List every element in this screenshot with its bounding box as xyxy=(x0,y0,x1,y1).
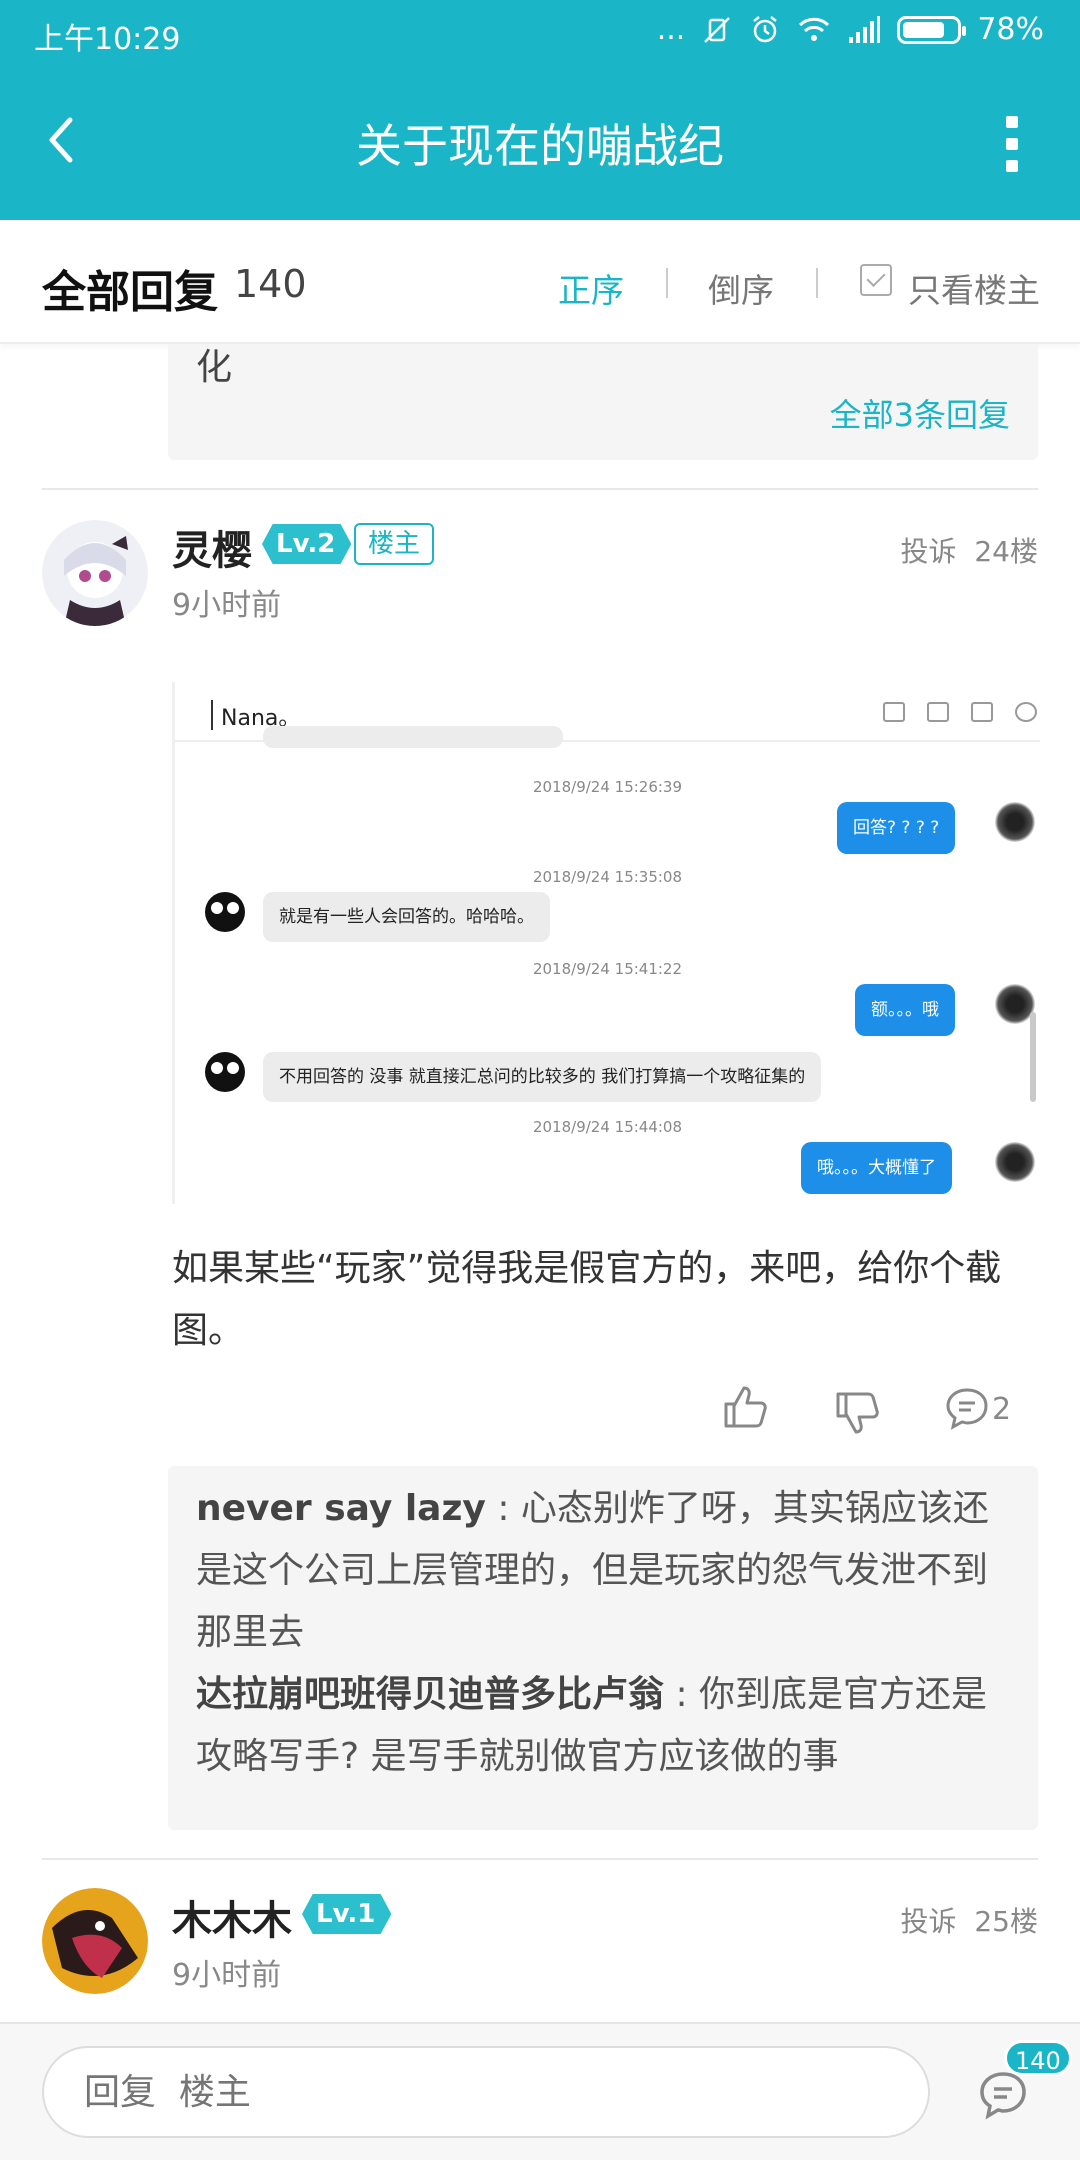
divider xyxy=(42,1858,1038,1860)
chat-timestamp: 2018/9/24 15:41:22 xyxy=(532,960,683,978)
chat-timestamp: 2018/9/24 15:44:08 xyxy=(532,1118,683,1136)
divider xyxy=(42,488,1038,490)
avatar[interactable] xyxy=(42,520,148,626)
sub-reply[interactable]: 达拉崩吧班得贝迪普多比卢翁 : 你到底是官方还是攻略写手? 是写手就别做官方应该… xyxy=(196,1664,1016,1788)
more-dots-icon: ... xyxy=(656,12,686,47)
divider xyxy=(666,268,668,298)
level-badge: Lv.2 xyxy=(262,524,352,564)
comment-icon[interactable] xyxy=(944,1386,990,1432)
battery-icon xyxy=(897,15,967,44)
alarm-icon xyxy=(753,15,778,42)
signal-icon xyxy=(849,15,881,43)
avatar xyxy=(995,1142,1035,1182)
chat-bubble-right: 回答? ? ? ? xyxy=(837,802,956,854)
previous-sub-replies: 化 全部3条回复 xyxy=(168,344,1038,460)
post-time: 9小时前 xyxy=(172,1958,282,1993)
thumbs-down-icon[interactable] xyxy=(834,1390,880,1436)
reply-total-count: 140 xyxy=(234,262,307,306)
chat-timestamp: 2018/9/24 15:35:08 xyxy=(532,868,683,886)
sub-reply-text: 化 xyxy=(196,347,233,388)
cursor-bar xyxy=(211,700,213,730)
title-bar: 关于现在的嘣战纪 xyxy=(0,66,1080,220)
battery-percent: 78% xyxy=(977,12,1044,47)
comment-count-badge: 140 xyxy=(1004,2040,1072,2076)
sub-reply-author[interactable]: never say lazy xyxy=(196,1488,486,1529)
page-title: 关于现在的嘣战纪 xyxy=(356,119,724,173)
floor-number: 25楼 xyxy=(974,1905,1038,1938)
all-sub-replies-link[interactable]: 全部3条回复 xyxy=(830,390,1010,436)
status-bar: 上午10:29 ... 78% xyxy=(0,0,1080,66)
post-body-text: 如果某些“玩家”觉得我是假官方的，来吧，给你个截图。 xyxy=(172,1248,1002,1351)
comment-count: 2 xyxy=(992,1392,1012,1427)
report-link[interactable]: 投诉 xyxy=(901,535,957,568)
chat-timestamp: 2018/9/24 15:26:39 xyxy=(532,778,683,796)
chat-bubble-right: 哦。。。大概懂了 xyxy=(801,1142,952,1194)
comments-icon[interactable] xyxy=(976,2068,1030,2122)
avatar xyxy=(995,984,1035,1024)
owner-tag: 楼主 xyxy=(354,523,435,565)
avatar xyxy=(205,892,245,932)
avatar xyxy=(205,1052,245,1092)
report-link[interactable]: 投诉 xyxy=(901,1905,957,1938)
all-replies-label: 全部回复 xyxy=(42,267,218,318)
reply-input[interactable] xyxy=(42,2046,930,2138)
level-badge: Lv.1 xyxy=(302,1894,392,1934)
thumbs-up-icon[interactable] xyxy=(722,1384,768,1430)
chat-bubble-right: 额。。。哦 xyxy=(855,984,955,1036)
share-screen-icon xyxy=(883,702,905,722)
add-icon xyxy=(971,702,993,722)
username[interactable]: 灵樱 xyxy=(172,518,252,576)
status-icons: ... 78% xyxy=(657,12,1044,47)
bottom-reply-bar: 140 xyxy=(0,2022,1080,2160)
sub-reply-author[interactable]: 达拉崩吧班得贝迪普多比卢翁 xyxy=(196,1674,664,1715)
status-time: 上午10:29 xyxy=(34,22,181,57)
sort-bar: 全部回复 140 正序 倒序 只看楼主 xyxy=(0,220,1080,344)
sub-reply[interactable]: never say lazy : 心态别炸了呀，其实锅应该还是这个公司上层管理的… xyxy=(196,1478,1016,1664)
phone-icon xyxy=(927,702,949,722)
username[interactable]: 木木木 xyxy=(172,1888,292,1946)
vibrate-off-icon xyxy=(704,16,731,43)
sub-reply-separator: : xyxy=(664,1674,700,1715)
floor-number: 24楼 xyxy=(974,535,1038,568)
chat-screenshot-image[interactable]: Nana。 2018/9/24 15:26:39 回答? ? ? ? 2018/… xyxy=(172,682,1040,1204)
more-menu-icon[interactable] xyxy=(1006,116,1022,172)
only-owner-checkbox[interactable] xyxy=(860,264,892,296)
post-time: 9小时前 xyxy=(172,588,282,623)
sort-ascending-tab[interactable]: 正序 xyxy=(558,264,624,312)
chat-bubble-partial xyxy=(263,726,563,748)
wifi-icon xyxy=(799,17,830,41)
avatar xyxy=(995,802,1035,842)
sort-descending-tab[interactable]: 倒序 xyxy=(708,264,774,312)
post-meta: 投诉 24楼 xyxy=(901,530,1038,570)
chat-scrollbar xyxy=(1030,1012,1036,1102)
settings-icon xyxy=(1015,702,1037,722)
sub-replies-box: never say lazy : 心态别炸了呀，其实锅应该还是这个公司上层管理的… xyxy=(168,1466,1038,1830)
chat-bubble-left: 不用回答的 没事 就直接汇总问的比较多的 我们打算搞一个攻略征集的 xyxy=(263,1052,822,1102)
post-meta: 投诉 25楼 xyxy=(901,1900,1038,1940)
avatar[interactable] xyxy=(42,1888,148,1994)
chat-bubble-left: 就是有一些人会回答的。哈哈哈。 xyxy=(263,892,550,942)
only-owner-label[interactable]: 只看楼主 xyxy=(908,264,1040,312)
sub-reply-separator: : xyxy=(485,1488,521,1529)
divider xyxy=(816,268,818,298)
